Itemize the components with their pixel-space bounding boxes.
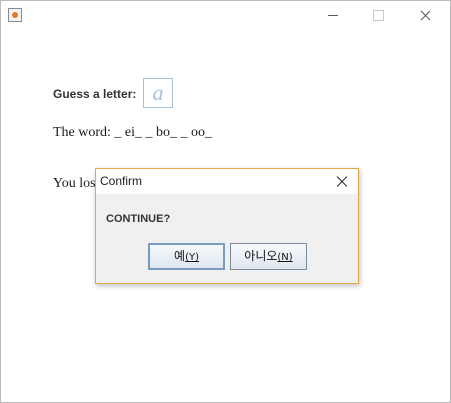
java-icon <box>8 8 22 22</box>
status-text: You los <box>53 176 96 191</box>
yes-button[interactable]: 예(Y) <box>148 243 225 270</box>
no-label: 아니오 <box>244 249 278 263</box>
minimize-button[interactable] <box>310 1 356 31</box>
confirm-dialog: Confirm CONTINUE? 예(Y) 아니오(N) <box>95 168 359 284</box>
dialog-title-bar[interactable]: Confirm <box>96 169 358 194</box>
title-bar[interactable] <box>1 1 450 31</box>
word-display: The word: _ ei_ _ bo_ _ oo_ <box>53 125 213 140</box>
dialog-message: CONTINUE? <box>106 213 171 225</box>
no-button[interactable]: 아니오(N) <box>230 243 307 270</box>
guess-label: Guess a letter: <box>53 87 137 101</box>
yes-label: 예 <box>174 249 186 263</box>
maximize-button[interactable] <box>356 1 402 31</box>
guess-input[interactable]: a <box>143 78 173 108</box>
yes-mnemonic: (Y) <box>185 252 199 263</box>
dialog-title: Confirm <box>100 174 143 188</box>
dialog-close-button[interactable] <box>332 172 352 192</box>
no-mnemonic: (N) <box>277 252 293 263</box>
close-button[interactable] <box>402 1 448 31</box>
